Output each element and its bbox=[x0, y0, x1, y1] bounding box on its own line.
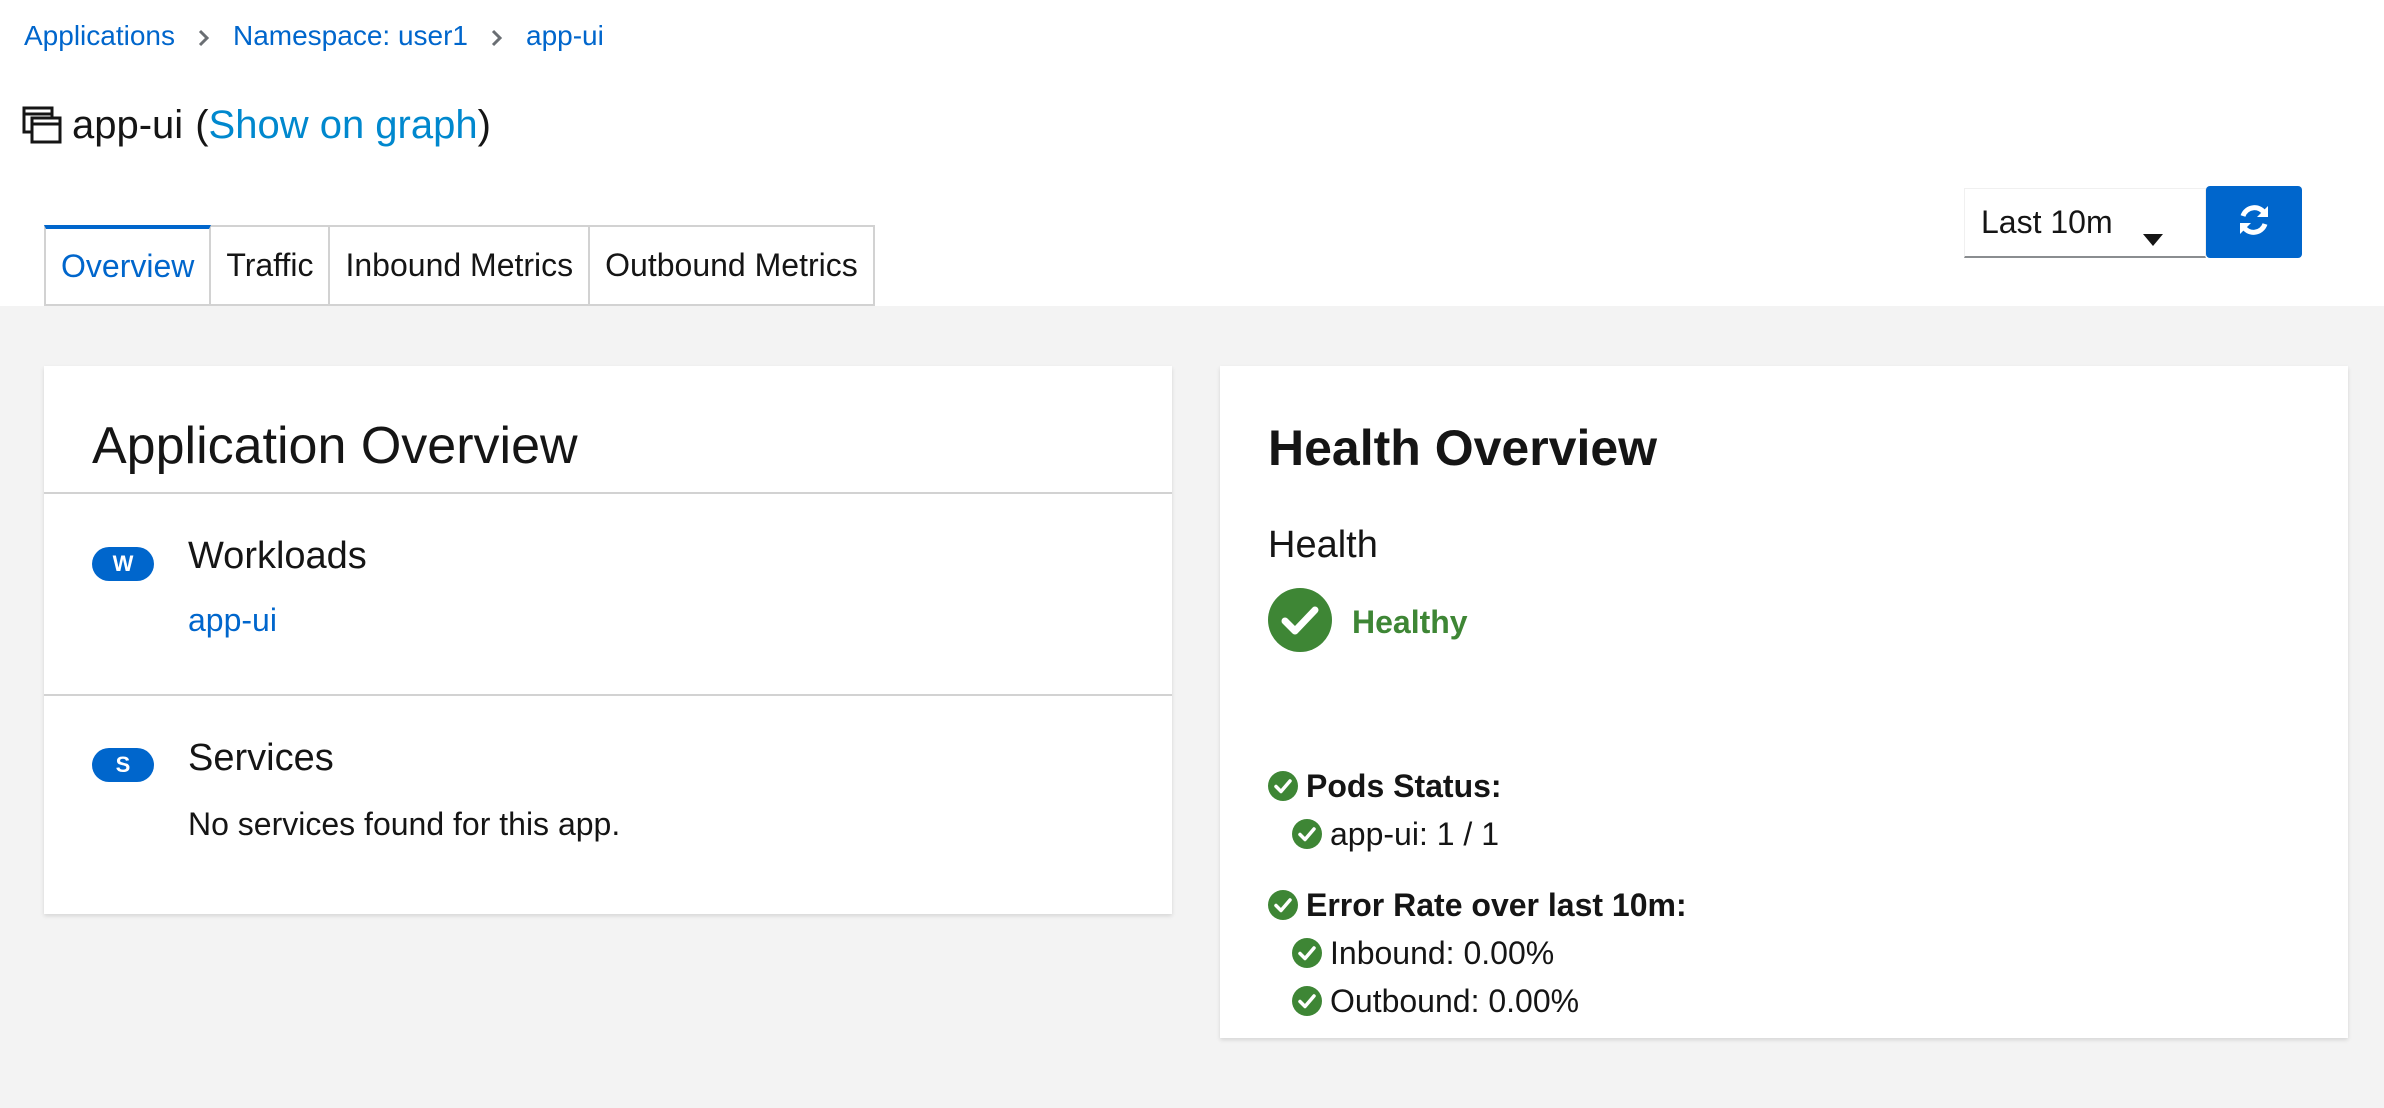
pod-status-text: app-ui: 1 / 1 bbox=[1330, 816, 1499, 852]
workloads-section: W Workloads app-ui bbox=[44, 494, 1172, 694]
health-overview-title: Health Overview bbox=[1268, 420, 1658, 476]
services-section: S Services No services found for this ap… bbox=[44, 696, 1172, 896]
application-overview-card: Application Overview W Workloads app-ui … bbox=[44, 366, 1172, 914]
workload-badge: W bbox=[92, 547, 154, 581]
check-circle-icon bbox=[1268, 771, 1298, 801]
refresh-button[interactable] bbox=[2206, 186, 2302, 258]
caret-down-icon bbox=[2143, 217, 2163, 254]
inbound-error-text: Inbound: 0.00% bbox=[1330, 935, 1555, 971]
outbound-error-text: Outbound: 0.00% bbox=[1330, 983, 1580, 1019]
time-range-value: Last 10m bbox=[1981, 204, 2113, 240]
page-title: app-ui ( Show on graph ) bbox=[22, 100, 491, 150]
workloads-title: Workloads bbox=[188, 535, 367, 577]
tab-outbound-metrics[interactable]: Outbound Metrics bbox=[590, 225, 875, 306]
check-circle-icon bbox=[1292, 819, 1322, 849]
application-overview-title: Application Overview bbox=[92, 417, 578, 475]
tab-traffic[interactable]: Traffic bbox=[211, 225, 331, 306]
health-status-text: Healthy bbox=[1352, 604, 1468, 640]
breadcrumb-current-link[interactable]: app-ui bbox=[526, 18, 604, 54]
application-window-icon bbox=[22, 105, 62, 145]
health-label: Health bbox=[1268, 524, 1378, 566]
show-on-graph-link[interactable]: Show on graph bbox=[209, 100, 478, 150]
error-rate-row: Error Rate over last 10m: bbox=[1268, 885, 1687, 925]
breadcrumb-namespace-link[interactable]: Namespace: user1 bbox=[233, 18, 468, 54]
check-circle-icon bbox=[1268, 588, 1332, 657]
main-content: Application Overview W Workloads app-ui … bbox=[0, 306, 2384, 1108]
pods-status-row: Pods Status: bbox=[1268, 766, 1502, 806]
breadcrumb: Applications Namespace: user1 app-ui bbox=[24, 18, 604, 54]
service-badge: S bbox=[92, 748, 154, 782]
health-status: Healthy bbox=[1268, 588, 1468, 657]
refresh-icon bbox=[2236, 202, 2272, 243]
paren-close: ) bbox=[477, 103, 491, 147]
time-range-select[interactable]: Last 10m bbox=[1964, 188, 2206, 258]
services-empty-text: No services found for this app. bbox=[188, 806, 621, 842]
outbound-error-row: Outbound: 0.00% bbox=[1292, 981, 1579, 1021]
pod-status-row: app-ui: 1 / 1 bbox=[1292, 814, 1499, 854]
tab-overview[interactable]: Overview bbox=[44, 225, 212, 306]
error-rate-label: Error Rate over last 10m: bbox=[1306, 887, 1687, 923]
app-name: app-ui bbox=[72, 103, 184, 147]
paren-open: ( bbox=[195, 103, 209, 147]
chevron-right-icon bbox=[175, 18, 233, 54]
check-circle-icon bbox=[1292, 986, 1322, 1016]
check-circle-icon bbox=[1268, 890, 1298, 920]
health-overview-card: Health Overview Health Healthy Pods Stat… bbox=[1220, 366, 2348, 1038]
pods-status-label: Pods Status: bbox=[1306, 768, 1502, 804]
inbound-error-row: Inbound: 0.00% bbox=[1292, 933, 1554, 973]
chevron-right-icon bbox=[468, 18, 526, 54]
tab-bar: Overview Traffic Inbound Metrics Outboun… bbox=[44, 225, 875, 306]
breadcrumb-applications-link[interactable]: Applications bbox=[24, 18, 175, 54]
workload-link[interactable]: app-ui bbox=[188, 600, 277, 640]
check-circle-icon bbox=[1292, 938, 1322, 968]
services-title: Services bbox=[188, 737, 334, 779]
page-header: Applications Namespace: user1 app-ui app… bbox=[0, 0, 2384, 306]
tab-inbound-metrics[interactable]: Inbound Metrics bbox=[330, 225, 591, 306]
